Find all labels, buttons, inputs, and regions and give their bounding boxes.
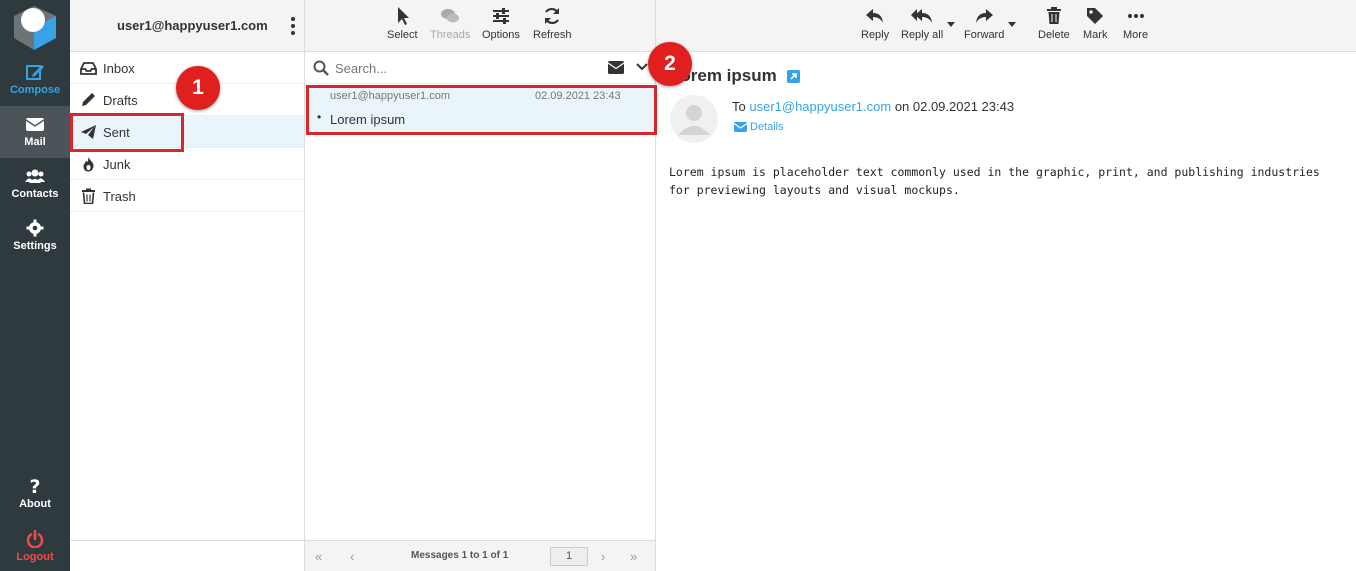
settings-label: Settings bbox=[13, 240, 57, 252]
forward-button[interactable]: Forward bbox=[964, 6, 1004, 41]
delete-button[interactable]: Delete bbox=[1038, 6, 1070, 41]
page-number-input[interactable]: 1 bbox=[550, 547, 588, 566]
message-view-pane: Reply Reply all Forward Delete Mark More… bbox=[656, 0, 1356, 571]
pointer-icon bbox=[398, 7, 410, 25]
trash-icon bbox=[82, 188, 95, 204]
envelope-icon bbox=[25, 118, 45, 131]
logout-label: Logout bbox=[16, 551, 54, 563]
pagination-bar: « ‹ Messages 1 to 1 of 1 1 › » bbox=[305, 540, 655, 571]
search-icon bbox=[313, 60, 329, 76]
annotation-highlight-message bbox=[306, 85, 657, 135]
annotation-badge-1: 1 bbox=[176, 66, 220, 110]
inbox-icon bbox=[80, 62, 97, 75]
to-prefix: To bbox=[732, 99, 746, 114]
folder-label: Inbox bbox=[103, 61, 135, 76]
refresh-button[interactable]: Refresh bbox=[533, 6, 572, 41]
chevron-down-icon[interactable] bbox=[636, 63, 648, 71]
more-label: More bbox=[1123, 29, 1149, 41]
list-toolbar: Select Threads Options Refresh bbox=[305, 0, 655, 52]
logout-button[interactable]: Logout bbox=[0, 521, 70, 571]
first-page-icon[interactable]: « bbox=[315, 549, 322, 564]
app-logo bbox=[14, 6, 56, 50]
message-count: Messages 1 to 1 of 1 bbox=[411, 550, 509, 561]
forward-label: Forward bbox=[964, 29, 1005, 41]
sender-avatar bbox=[670, 95, 718, 143]
reply-icon bbox=[866, 9, 884, 23]
previous-page-icon[interactable]: ‹ bbox=[350, 549, 354, 564]
settings-button[interactable]: Settings bbox=[0, 210, 70, 262]
pencil-icon bbox=[82, 93, 95, 106]
forward-dropdown-icon[interactable] bbox=[1008, 22, 1016, 27]
more-icon bbox=[1127, 14, 1144, 18]
app-rail: Compose Mail Contacts Settings ? About L… bbox=[0, 0, 70, 571]
about-button[interactable]: ? About bbox=[0, 468, 70, 520]
delete-label: Delete bbox=[1038, 29, 1070, 41]
search-bar bbox=[305, 52, 655, 84]
reply-all-button[interactable]: Reply all bbox=[901, 6, 943, 41]
trash-icon bbox=[1046, 7, 1061, 24]
reply-button[interactable]: Reply bbox=[861, 6, 889, 41]
envelope-icon bbox=[733, 122, 748, 132]
mark-button[interactable]: Mark bbox=[1083, 6, 1107, 41]
recipient-address[interactable]: user1@happyuser1.com bbox=[749, 99, 891, 114]
folder-label: Junk bbox=[103, 157, 131, 172]
recipient-line: To user1@happyuser1.com on 02.09.2021 23… bbox=[732, 99, 1014, 114]
account-name: user1@happyuser1.com bbox=[117, 18, 268, 33]
reply-all-dropdown-icon[interactable] bbox=[947, 22, 955, 27]
account-header: user1@happyuser1.com bbox=[70, 0, 304, 52]
folder-trash[interactable]: Trash bbox=[70, 180, 304, 212]
reply-all-icon bbox=[911, 9, 933, 23]
details-label: Details bbox=[750, 121, 784, 133]
sent-date: on 02.09.2021 23:43 bbox=[894, 99, 1015, 114]
fire-icon bbox=[83, 157, 94, 172]
compose-label: Compose bbox=[9, 84, 61, 96]
options-label: Options bbox=[482, 29, 520, 41]
contacts-label: Contacts bbox=[11, 188, 59, 200]
select-button[interactable]: Select bbox=[387, 6, 418, 41]
mail-button[interactable]: Mail bbox=[0, 106, 70, 158]
folder-label: Trash bbox=[103, 189, 136, 204]
svg-text:?: ? bbox=[29, 477, 40, 495]
more-button[interactable]: More bbox=[1123, 6, 1148, 41]
question-icon: ? bbox=[29, 477, 40, 495]
annotation-badge-2: 2 bbox=[648, 42, 692, 86]
folder-label: Drafts bbox=[103, 93, 138, 108]
last-page-icon[interactable]: » bbox=[630, 549, 637, 564]
envelope-filter-icon[interactable] bbox=[608, 61, 624, 74]
comments-icon bbox=[441, 9, 460, 23]
user-placeholder-icon bbox=[678, 105, 710, 135]
gear-icon bbox=[26, 219, 44, 237]
details-link[interactable]: Details bbox=[733, 121, 784, 133]
message-body: Lorem ipsum is placeholder text commonly… bbox=[669, 165, 1320, 197]
mark-label: Mark bbox=[1083, 29, 1108, 41]
select-label: Select bbox=[387, 29, 418, 41]
annotation-highlight-sent bbox=[70, 113, 184, 152]
message-toolbar: Reply Reply all Forward Delete Mark More bbox=[656, 0, 1356, 52]
refresh-icon bbox=[545, 7, 560, 25]
contacts-button[interactable]: Contacts bbox=[0, 158, 70, 210]
options-button[interactable]: Options bbox=[482, 6, 520, 41]
folder-junk[interactable]: Junk bbox=[70, 148, 304, 180]
sliders-icon bbox=[492, 8, 509, 24]
reply-label: Reply bbox=[861, 29, 890, 41]
compose-icon bbox=[26, 65, 44, 80]
account-menu-icon[interactable] bbox=[288, 16, 298, 36]
users-icon bbox=[25, 169, 45, 183]
about-label: About bbox=[19, 498, 51, 510]
folder-footer bbox=[70, 540, 305, 571]
next-page-icon[interactable]: › bbox=[601, 549, 605, 564]
power-icon bbox=[26, 530, 44, 548]
threads-label: Threads bbox=[430, 29, 471, 41]
search-input[interactable] bbox=[335, 58, 595, 78]
threads-button[interactable]: Threads bbox=[430, 6, 470, 41]
mail-label: Mail bbox=[24, 136, 46, 148]
open-in-new-window-icon[interactable] bbox=[787, 70, 800, 83]
forward-icon bbox=[976, 9, 994, 23]
reply-all-label: Reply all bbox=[901, 29, 944, 41]
compose-button[interactable]: Compose bbox=[0, 54, 70, 106]
refresh-label: Refresh bbox=[533, 29, 572, 41]
tag-icon bbox=[1087, 8, 1104, 24]
